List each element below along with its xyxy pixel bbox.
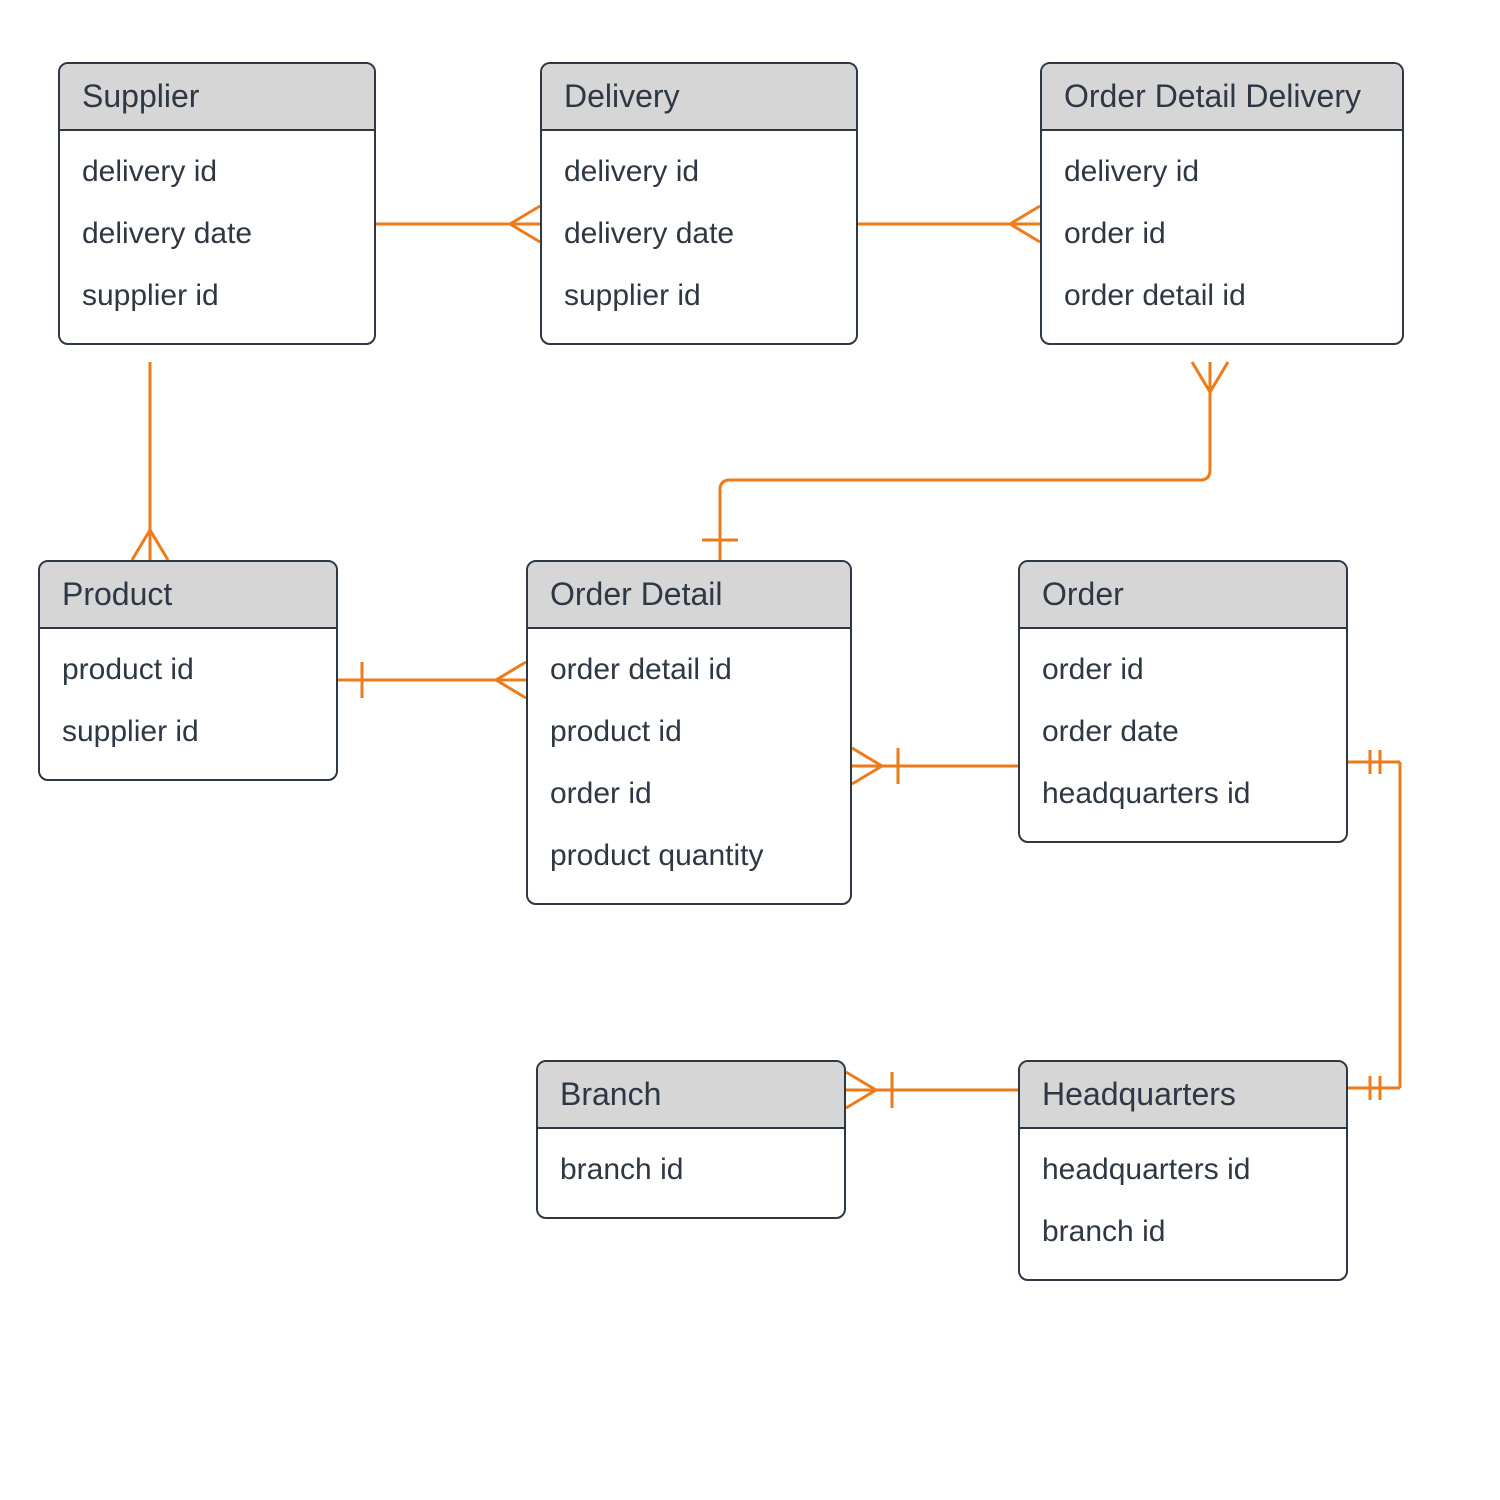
entity-attr: delivery date <box>564 203 834 265</box>
entity-orderDetailDelivery[interactable]: Order Detail Deliverydelivery idorder id… <box>1040 62 1404 345</box>
entity-attr: order detail id <box>550 639 828 701</box>
entity-title: Order <box>1020 562 1346 629</box>
rel-orderdetail-orderdetaildelivery <box>702 362 1228 560</box>
entity-attr: order id <box>550 763 828 825</box>
rel-order-orderdetail <box>852 748 1018 784</box>
entity-attr: headquarters id <box>1042 1139 1324 1201</box>
entity-headquarters[interactable]: Headquartersheadquarters idbranch id <box>1018 1060 1348 1281</box>
entity-title: Branch <box>538 1062 844 1129</box>
entity-title: Supplier <box>60 64 374 131</box>
entity-attrs: branch id <box>538 1129 844 1217</box>
entity-attr: supplier id <box>82 265 352 327</box>
er-diagram-canvas: Supplierdelivery iddelivery datesupplier… <box>0 0 1500 1500</box>
entity-attrs: delivery idorder idorder detail id <box>1042 131 1402 343</box>
entity-attr: headquarters id <box>1042 763 1324 825</box>
entity-attr: delivery id <box>1064 141 1380 203</box>
entity-delivery[interactable]: Deliverydelivery iddelivery datesupplier… <box>540 62 858 345</box>
entity-attrs: delivery iddelivery datesupplier id <box>542 131 856 343</box>
entity-attr: order detail id <box>1064 265 1380 327</box>
entity-attrs: order idorder dateheadquarters id <box>1020 629 1346 841</box>
entity-attr: branch id <box>1042 1201 1324 1263</box>
entity-attrs: product idsupplier id <box>40 629 336 779</box>
entity-title: Order Detail Delivery <box>1042 64 1402 131</box>
entity-attr: order id <box>1042 639 1324 701</box>
entity-order[interactable]: Orderorder idorder dateheadquarters id <box>1018 560 1348 843</box>
entity-attr: order id <box>1064 203 1380 265</box>
entity-orderDetail[interactable]: Order Detailorder detail idproduct idord… <box>526 560 852 905</box>
entity-attr: order date <box>1042 701 1324 763</box>
entity-attr: supplier id <box>564 265 834 327</box>
entity-supplier[interactable]: Supplierdelivery iddelivery datesupplier… <box>58 62 376 345</box>
rel-product-orderdetail <box>338 662 526 698</box>
entity-attr: delivery id <box>82 141 352 203</box>
rel-supplier-product <box>132 362 168 560</box>
entity-attr: product id <box>550 701 828 763</box>
entity-attrs: delivery iddelivery datesupplier id <box>60 131 374 343</box>
rel-headquarters-branch <box>846 1072 1018 1108</box>
entity-attr: delivery date <box>82 203 352 265</box>
rel-order-headquarters <box>1348 750 1400 1100</box>
rel-supplier-delivery <box>376 206 540 242</box>
entity-attr: product quantity <box>550 825 828 887</box>
entity-title: Delivery <box>542 64 856 131</box>
rel-delivery-orderdetaildelivery <box>858 206 1040 242</box>
entity-attr: supplier id <box>62 701 314 763</box>
entity-branch[interactable]: Branch branch id <box>536 1060 846 1219</box>
entity-title: Product <box>40 562 336 629</box>
entity-title: Order Detail <box>528 562 850 629</box>
entity-attr: product id <box>62 639 314 701</box>
entity-attr: delivery id <box>564 141 834 203</box>
entity-product[interactable]: Productproduct idsupplier id <box>38 560 338 781</box>
entity-title: Headquarters <box>1020 1062 1346 1129</box>
entity-attr: branch id <box>560 1139 822 1201</box>
entity-attrs: order detail idproduct idorder idproduct… <box>528 629 850 903</box>
entity-attrs: headquarters idbranch id <box>1020 1129 1346 1279</box>
